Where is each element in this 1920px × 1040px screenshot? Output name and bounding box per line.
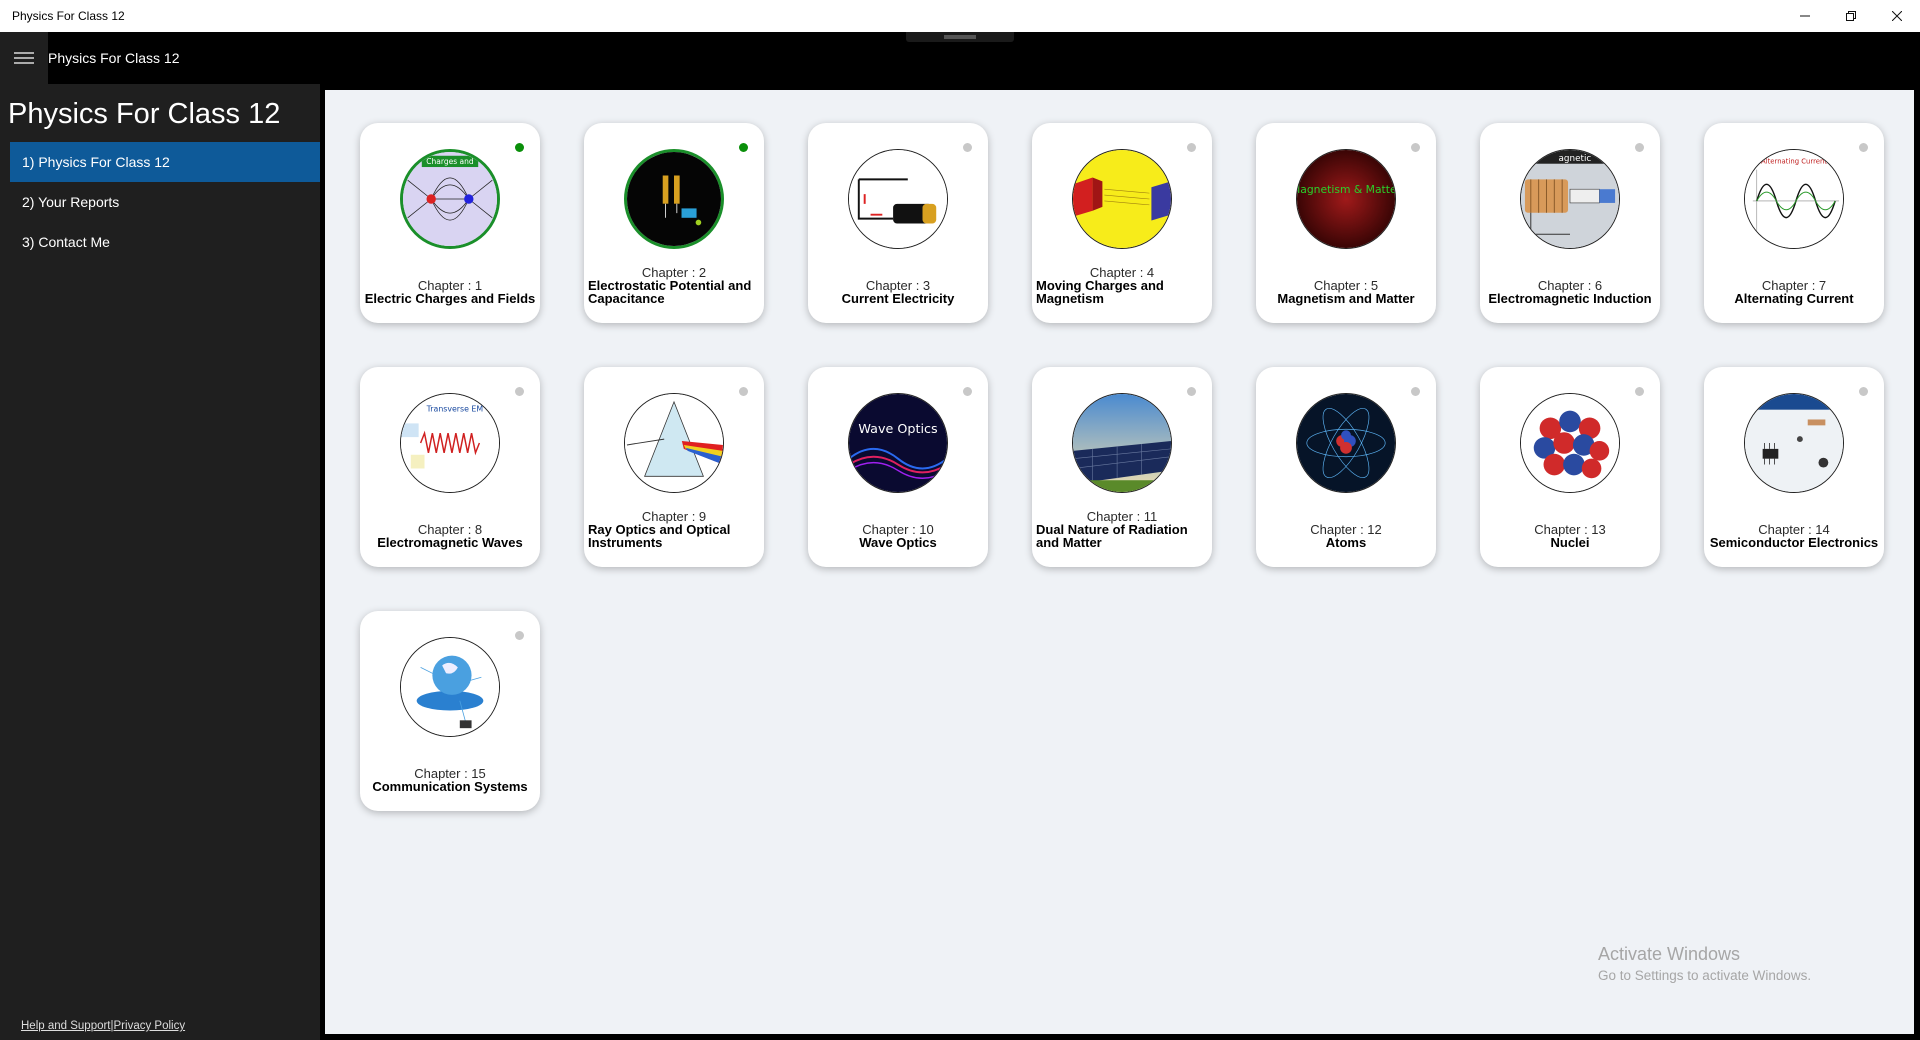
window-title: Physics For Class 12 [12,9,125,23]
status-dot [963,387,972,396]
restore-button[interactable] [1828,0,1874,32]
capacitor-icon [624,149,724,249]
svg-text:Alternating Current: Alternating Current [1761,158,1827,166]
sidebar-heading: Physics For Class 12 [8,98,281,130]
battery-circuit-icon [848,149,948,249]
close-icon [1892,11,1902,21]
sidebar-item-contact[interactable]: 3) Contact Me [10,222,320,262]
em-wave-icon: Transverse EM [400,393,500,493]
chapter-name: Electrostatic Potential and Capacitance [588,278,752,306]
chapter-card-12[interactable]: Chapter : 12 Atoms [1256,367,1436,567]
sidebar-footer: Help and Support|Privacy Policy [21,1020,185,1032]
sidebar-item-reports[interactable]: 2) Your Reports [10,182,320,222]
window-controls [1782,0,1920,32]
help-support-link[interactable]: Help and Support [21,1020,111,1032]
status-dot [515,387,524,396]
sine-wave-icon: Alternating Current [1744,149,1844,249]
chapter-card-1[interactable]: Charges and Chapter : 1 Electric Charges… [360,123,540,323]
status-dot [1187,387,1196,396]
chapter-name: Wave Optics [859,535,937,550]
chapter-name: Electromagnetic Waves [377,535,523,550]
sidebar-item-physics[interactable]: 1) Physics For Class 12 [10,142,320,182]
chapter-name: Communication Systems [372,779,528,794]
magnetism-matter-icon: Magnetism & Matter [1296,149,1396,249]
close-button[interactable] [1874,0,1920,32]
status-dot [739,387,748,396]
minimize-button[interactable] [1782,0,1828,32]
chapter-grid: Charges and Chapter : 1 Electric Charges… [325,90,1914,1034]
status-dot [515,143,524,152]
status-dot [1411,387,1420,396]
wave-optics-icon: Wave Optics [848,393,948,493]
app-header: Physics For Class 12 [0,32,1920,84]
chapter-name: Electromagnetic Induction [1488,291,1652,306]
watermark-subtitle: Go to Settings to activate Windows. [1598,968,1812,983]
solar-panel-icon [1072,393,1172,493]
chapter-name: Semiconductor Electronics [1709,535,1879,550]
activate-windows-watermark: Activate Windows Go to Settings to activ… [1598,944,1811,983]
chapter-card-2[interactable]: Chapter : 2 Electrostatic Potential and … [584,123,764,323]
status-dot [739,143,748,152]
chapter-card-4[interactable]: Chapter : 4 Moving Charges and Magnetism [1032,123,1212,323]
svg-text:Charges and: Charges and [426,157,474,166]
chapter-card-3[interactable]: Chapter : 3 Current Electricity [808,123,988,323]
semiconductor-icon [1744,393,1844,493]
chapter-name: Electric Charges and Fields [364,291,536,306]
chapter-name: Dual Nature of Radiation and Matter [1036,522,1188,550]
chapter-card-15[interactable]: Chapter : 15 Communication Systems [360,611,540,811]
status-dot [963,143,972,152]
chapter-name: Nuclei [1550,535,1590,550]
minimize-icon [1800,15,1810,17]
nucleus-icon [1520,393,1620,493]
svg-text:Wave Optics: Wave Optics [858,422,938,437]
watermark-title: Activate Windows [1598,944,1741,964]
app-title: Physics For Class 12 [48,50,180,66]
window-titlebar: Physics For Class 12 [0,0,1920,32]
chapter-card-9[interactable]: Chapter : 9 Ray Optics and Optical Instr… [584,367,764,567]
atom-icon [1296,393,1396,493]
chapter-card-8[interactable]: Transverse EM Chapter : 8 Electromagneti… [360,367,540,567]
magnet-icon [1072,149,1172,249]
chapter-card-11[interactable]: Chapter : 11 Dual Nature of Radiation an… [1032,367,1212,567]
chapter-name: Magnetism and Matter [1277,291,1415,306]
chapter-name: Alternating Current [1734,291,1854,306]
status-dot [1411,143,1420,152]
electric-field-icon: Charges and [400,149,500,249]
hamburger-menu-button[interactable] [0,32,48,84]
chapter-card-7[interactable]: Alternating Current Chapter : 7 Alternat… [1704,123,1884,323]
status-dot [1187,143,1196,152]
status-dot [1859,143,1868,152]
chapter-name: Ray Optics and Optical Instruments [588,522,731,550]
svg-text:Transverse EM: Transverse EM [426,405,483,414]
svg-text:Magnetism & Matter: Magnetism & Matter [1297,183,1395,196]
chapter-card-13[interactable]: Chapter : 13 Nuclei [1480,367,1660,567]
status-dot [515,631,524,640]
status-dot [1635,387,1644,396]
chapter-card-6[interactable]: agnetic Chapter : 6 Electromagnetic Indu… [1480,123,1660,323]
sidebar: Physics For Class 12 1) Physics For Clas… [0,84,320,1040]
drag-handle[interactable] [906,32,1014,42]
chapter-card-5[interactable]: Magnetism & Matter Chapter : 5 Magnetism… [1256,123,1436,323]
globe-network-icon [400,637,500,737]
privacy-policy-link[interactable]: Privacy Policy [114,1020,186,1032]
chapter-card-10[interactable]: Wave Optics Chapter : 10 Wave Optics [808,367,988,567]
hamburger-icon [14,52,34,64]
svg-text:agnetic: agnetic [1559,154,1592,164]
status-dot [1859,387,1868,396]
coil-icon: agnetic [1520,149,1620,249]
restore-icon [1846,11,1856,21]
chapter-name: Atoms [1325,535,1367,550]
chapter-name: Current Electricity [841,291,955,306]
prism-icon [624,393,724,493]
chapter-card-14[interactable]: Chapter : 14 Semiconductor Electronics [1704,367,1884,567]
chapter-name: Moving Charges and Magnetism [1036,278,1164,306]
status-dot [1635,143,1644,152]
